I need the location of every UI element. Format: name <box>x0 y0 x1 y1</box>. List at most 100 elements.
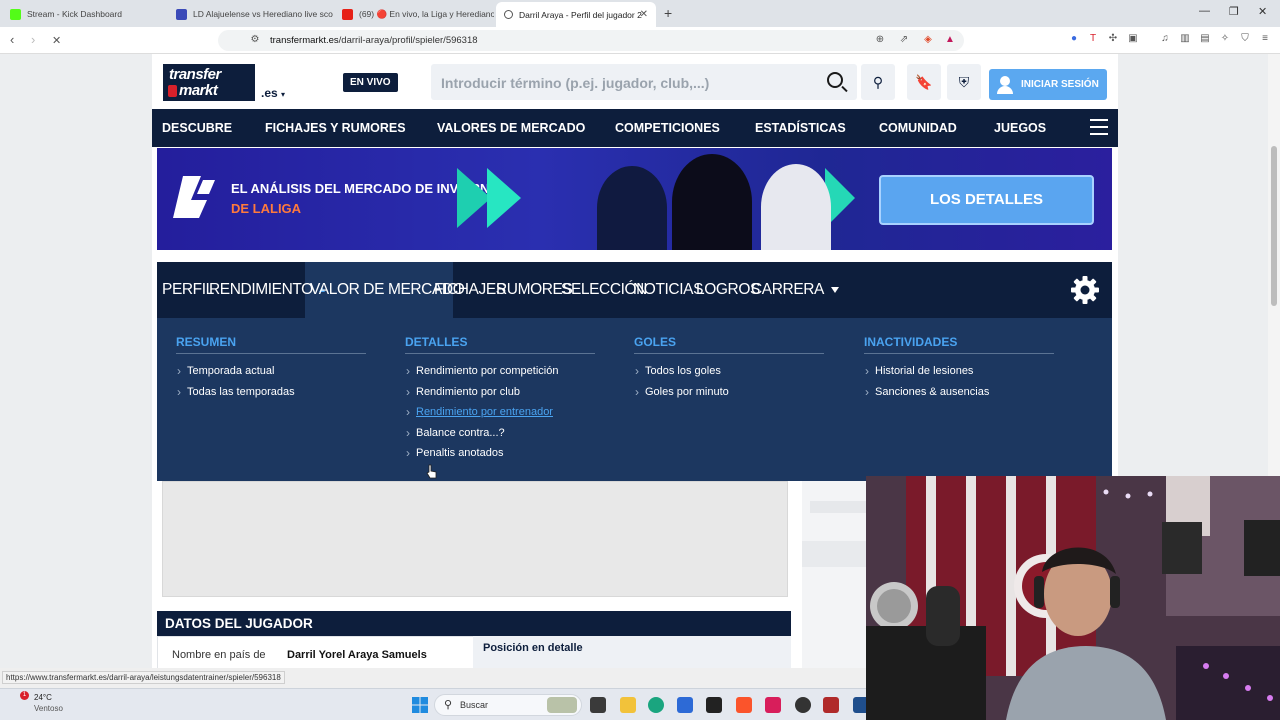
link-penaltis-anotados[interactable]: Penaltis anotados <box>405 443 595 464</box>
restore-button[interactable]: ❐ <box>1229 5 1239 18</box>
tab-title: LD Alajuelense vs Herediano live sco <box>193 9 333 19</box>
capcut-icon[interactable] <box>706 697 722 713</box>
link-historial-de-lesiones[interactable]: Historial de lesiones <box>864 361 1054 382</box>
position-detail-title: Posición en detalle <box>483 642 583 654</box>
webcam-feed-image <box>866 476 1280 720</box>
menu-icon[interactable]: ≡ <box>1259 33 1271 45</box>
link-rendimiento-por-entrenador[interactable]: Rendimiento por entrenador <box>405 402 595 423</box>
link-rendimiento-por-competicion[interactable]: Rendimiento por competición <box>405 361 595 382</box>
kick-favicon-icon <box>10 8 21 20</box>
site-info-icon[interactable]: ⚙ <box>249 34 261 46</box>
extensions-icon[interactable]: ✣ <box>1107 33 1119 45</box>
leo-ai-icon[interactable]: ✧ <box>1219 33 1231 45</box>
tab-darril-araya[interactable]: Darril Araya - Perfil del jugador 2 ✕ <box>496 2 656 27</box>
link-temporada-actual[interactable]: Temporada actual <box>176 361 366 382</box>
tab-perfil[interactable]: PERFIL <box>162 262 214 318</box>
tab-noticias[interactable]: NOTICIAS <box>633 262 703 318</box>
login-button[interactable]: INICIAR SESIÓN <box>989 69 1107 100</box>
transfermarkt-logo[interactable]: transfer markt <box>163 64 255 101</box>
link-balance-contra[interactable]: Balance contra...? <box>405 423 595 444</box>
back-button[interactable]: ‹ <box>10 32 14 47</box>
position-detail-box: Posición en detalle <box>473 636 791 668</box>
caret-down-icon <box>831 286 839 293</box>
media-icon[interactable]: ♫ <box>1159 33 1171 45</box>
wallet-icon[interactable]: ▤ <box>1199 33 1211 45</box>
player-photo <box>761 164 831 250</box>
voicemeeter-icon[interactable] <box>823 697 839 713</box>
stop-loading-button[interactable]: ✕ <box>52 34 61 47</box>
nav-fichajes-rumores[interactable]: FICHAJES Y RUMORES <box>265 109 406 147</box>
tab-fichajes[interactable]: FICHAJES <box>434 262 506 318</box>
search-field[interactable]: Introducir término (p.ej. jugador, club,… <box>431 64 857 100</box>
link-goles-por-minuto[interactable]: Goles por minuto <box>634 382 824 403</box>
extension-box-icon[interactable]: ▣ <box>1127 33 1139 45</box>
weather-widget[interactable]: 1 24°C Ventoso <box>12 691 63 713</box>
task-view-icon[interactable] <box>590 697 606 713</box>
dropdown-column-detalles: DETALLES Rendimiento por competición Ren… <box>405 335 595 464</box>
url-field[interactable]: ⚙ transfermarkt.es/darril-araya/profil/s… <box>218 30 964 51</box>
brave-shield-icon[interactable]: ◈ <box>922 34 934 46</box>
extension-t-icon[interactable]: T <box>1087 33 1099 45</box>
link-rendimiento-por-club[interactable]: Rendimiento por club <box>405 382 595 403</box>
tab-live-score[interactable]: LD Alajuelense vs Herediano live sco <box>168 3 334 25</box>
nav-valores-mercado[interactable]: VALORES DE MERCADO <box>437 109 585 147</box>
user-search-button[interactable]: ⚲ <box>861 64 895 100</box>
score-site-favicon-icon <box>176 8 187 20</box>
forward-button[interactable]: › <box>31 32 35 47</box>
tab-title: (69) 🔴 En vivo, la Liga y Herediano e <box>359 8 494 19</box>
windows-start-icon[interactable] <box>412 697 428 713</box>
nav-comunidad[interactable]: COMUNIDAD <box>879 109 957 147</box>
mail-icon[interactable] <box>677 697 693 713</box>
logo-text-line2: markt <box>179 82 218 99</box>
extension-vpn-icon[interactable]: ● <box>1068 33 1080 45</box>
nav-estadisticas[interactable]: ESTADÍSTICAS <box>755 109 846 147</box>
file-explorer-icon[interactable] <box>620 697 636 713</box>
rewards-icon[interactable]: ▲ <box>944 34 956 46</box>
chevron-graphic-icon <box>457 168 491 228</box>
nav-competiciones[interactable]: COMPETICIONES <box>615 109 720 147</box>
close-window-button[interactable]: ✕ <box>1258 5 1267 18</box>
link-sanciones-ausencias[interactable]: Sanciones & ausencias <box>864 382 1054 403</box>
close-tab-icon[interactable]: ✕ <box>640 9 648 20</box>
youtube-favicon-icon <box>342 8 353 20</box>
vpn-shield-icon[interactable]: ⛉ <box>1239 33 1251 45</box>
sidebar-icon[interactable]: ▥ <box>1179 33 1191 45</box>
share-icon[interactable]: ⇗ <box>898 34 910 46</box>
hamburger-menu-icon[interactable] <box>1090 119 1108 135</box>
minimize-button[interactable]: — <box>1199 5 1210 17</box>
country-domain-selector[interactable]: .es ▾ <box>261 86 285 100</box>
privacy-button[interactable]: ⛨ <box>947 64 981 100</box>
chevron-graphic-icon <box>487 168 521 228</box>
main-nav: DESCUBRE FICHAJES Y RUMORES VALORES DE M… <box>152 109 1118 147</box>
tab-rendimiento[interactable]: RENDIMIENTO <box>209 262 325 318</box>
player-data-heading: DATOS DEL JUGADOR <box>157 611 791 636</box>
banner-cta-button[interactable]: LOS DETALLES <box>879 175 1094 225</box>
watchlist-button[interactable]: 🔖 <box>907 64 941 100</box>
tab-youtube-live[interactable]: (69) 🔴 En vivo, la Liga y Herediano e <box>334 3 494 25</box>
banner-subheadline: DE LALIGA <box>231 201 302 216</box>
obs-icon[interactable] <box>795 697 811 713</box>
user-search-icon: ⚲ <box>872 74 884 90</box>
player-photo <box>597 166 667 250</box>
tab-carrera[interactable]: CARRERA <box>751 262 839 318</box>
tiktok-icon[interactable] <box>765 697 781 713</box>
webcam-overlay <box>866 476 1280 720</box>
nav-juegos[interactable]: JUEGOS <box>994 109 1046 147</box>
field-label: Nombre en país de <box>172 649 266 661</box>
url-path: /darril-araya/profil/spieler/596318 <box>338 35 478 46</box>
link-todas-las-temporadas[interactable]: Todas las temporadas <box>176 382 366 403</box>
taskbar-search-box[interactable]: ⚲ Buscar <box>434 694 582 716</box>
edge-browser-icon[interactable] <box>648 697 664 713</box>
brave-browser-icon[interactable] <box>736 697 752 713</box>
scrollbar-thumb[interactable] <box>1271 146 1277 306</box>
link-todos-los-goles[interactable]: Todos los goles <box>634 361 824 382</box>
new-tab-button[interactable]: + <box>664 5 672 21</box>
tab-kick-dashboard[interactable]: Stream - Kick Dashboard <box>2 3 168 25</box>
laliga-ad-banner[interactable]: EL ANÁLISIS DEL MERCADO DE INVIERNO DE L… <box>157 148 1112 250</box>
nav-descubre[interactable]: DESCUBRE <box>162 109 232 147</box>
live-badge[interactable]: EN VIVO <box>343 73 398 92</box>
search-icon[interactable] <box>827 72 843 88</box>
dropdown-column-resumen: RESUMEN Temporada actual Todas las tempo… <box>176 335 366 402</box>
settings-gear-icon[interactable] <box>1070 275 1100 305</box>
zoom-icon[interactable]: ⊕ <box>874 34 886 46</box>
